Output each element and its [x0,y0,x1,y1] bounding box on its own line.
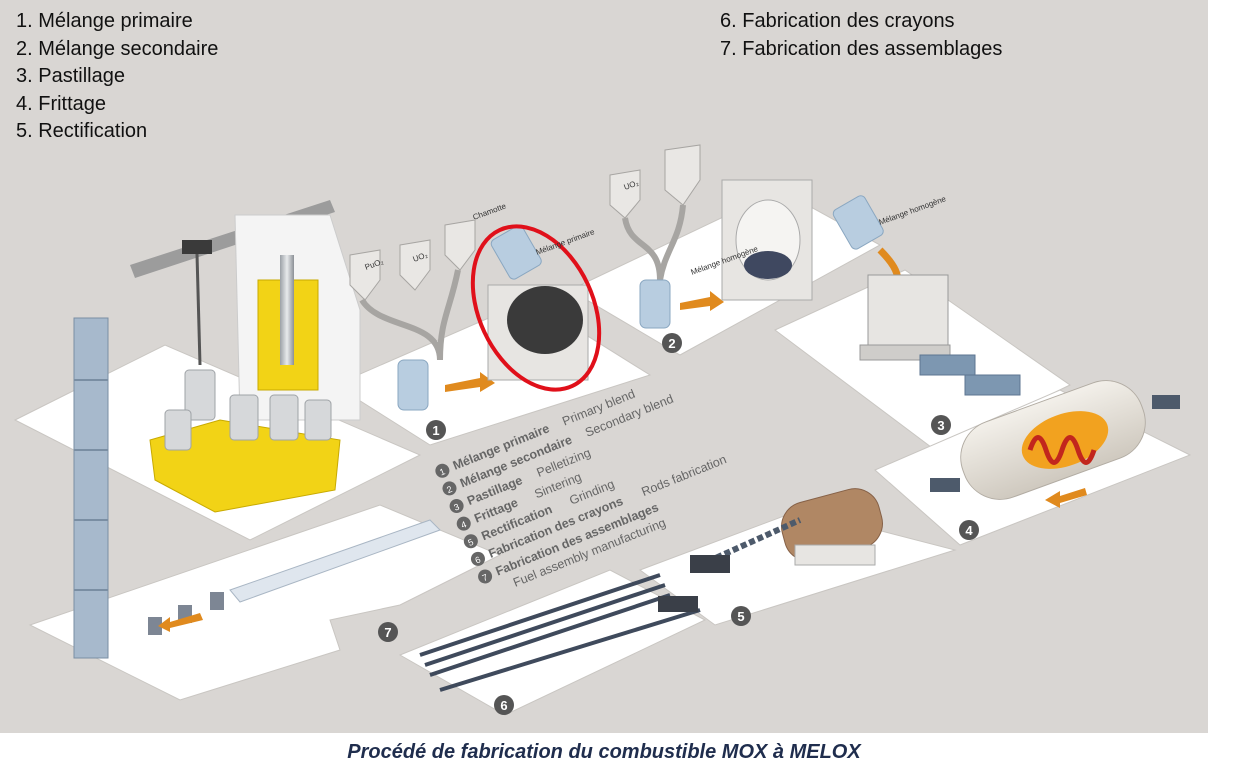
pellet-tray-1 [919,354,976,376]
step-en-6: Rods fabrication [639,452,728,499]
container-2 [639,279,671,329]
press [867,274,949,351]
svg-text:4: 4 [965,523,973,538]
svg-text:5: 5 [737,609,744,624]
svg-text:6: 6 [500,698,507,713]
svg-text:1: 1 [432,423,439,438]
process-illustration: 1 2 3 4 5 6 7 PuO₂ UO₂ Chamotte Mélange … [13,144,1192,716]
pellet-tray-2 [964,374,1021,396]
mixer-drum-1 [507,286,583,354]
svg-text:7: 7 [384,625,391,640]
fuel-assembly-tower [73,317,109,659]
figure-caption: Procédé de fabrication du combustible MO… [347,741,861,763]
crane-trolley [182,240,212,254]
platform-step6 [398,569,707,716]
label-melange-homogene-3: Mélange homogène [878,194,948,227]
container-1 [397,359,429,411]
rod-loader [658,596,698,612]
diagram-canvas: 1. Mélange primaire 2. Mélange secondair… [0,0,1208,733]
svg-text:3: 3 [937,418,944,433]
label-chamotte: Chamotte [472,201,508,222]
svg-text:2: 2 [668,336,675,351]
pellet-tray-5 [690,555,730,573]
